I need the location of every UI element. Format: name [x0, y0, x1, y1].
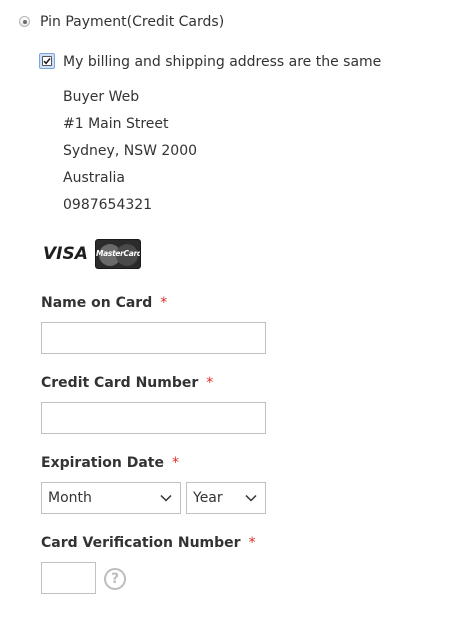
card-number-input[interactable]: [41, 402, 266, 434]
address-street: #1 Main Street: [63, 116, 169, 132]
billing-same-checkbox[interactable]: [39, 53, 55, 69]
name-on-card-label-text: Name on Card: [41, 295, 153, 311]
chevron-down-icon: [245, 494, 257, 502]
cvv-label-text: Card Verification Number: [41, 535, 241, 551]
required-marker: *: [248, 535, 256, 551]
name-on-card-label: Name on Card *: [41, 295, 167, 311]
required-marker: *: [160, 295, 168, 311]
cvv-label: Card Verification Number *: [41, 535, 256, 551]
question-circle-icon[interactable]: ?: [104, 568, 126, 590]
name-on-card-input[interactable]: [41, 322, 266, 354]
month-select-value: Month: [48, 490, 92, 506]
address-country: Australia: [63, 170, 125, 186]
required-marker: *: [206, 375, 214, 391]
address-phone: 0987654321: [63, 197, 153, 213]
year-select-value: Year: [193, 490, 223, 506]
address-name: Buyer Web: [63, 89, 140, 105]
checkbox-box: [42, 56, 52, 66]
visa-logo: VISA: [43, 244, 88, 264]
mastercard-text: MasterCard: [96, 249, 141, 258]
payment-method-radio[interactable]: [19, 16, 30, 27]
chevron-down-icon: [160, 494, 172, 502]
cvv-input[interactable]: [41, 562, 96, 594]
checkmark-icon: [43, 57, 51, 65]
address-city: Sydney, NSW 2000: [63, 143, 198, 159]
required-marker: *: [171, 455, 179, 471]
expiration-date-label-text: Expiration Date: [41, 455, 164, 471]
expiration-month-select[interactable]: Month: [41, 482, 181, 514]
expiration-date-label: Expiration Date *: [41, 455, 179, 471]
card-number-label-text: Credit Card Number: [41, 375, 199, 391]
mastercard-logo: MasterCard: [95, 239, 141, 269]
card-number-label: Credit Card Number *: [41, 375, 213, 391]
expiration-year-select[interactable]: Year: [186, 482, 266, 514]
payment-method-label[interactable]: Pin Payment(Credit Cards): [40, 14, 224, 30]
billing-same-label[interactable]: My billing and shipping address are the …: [63, 54, 381, 70]
